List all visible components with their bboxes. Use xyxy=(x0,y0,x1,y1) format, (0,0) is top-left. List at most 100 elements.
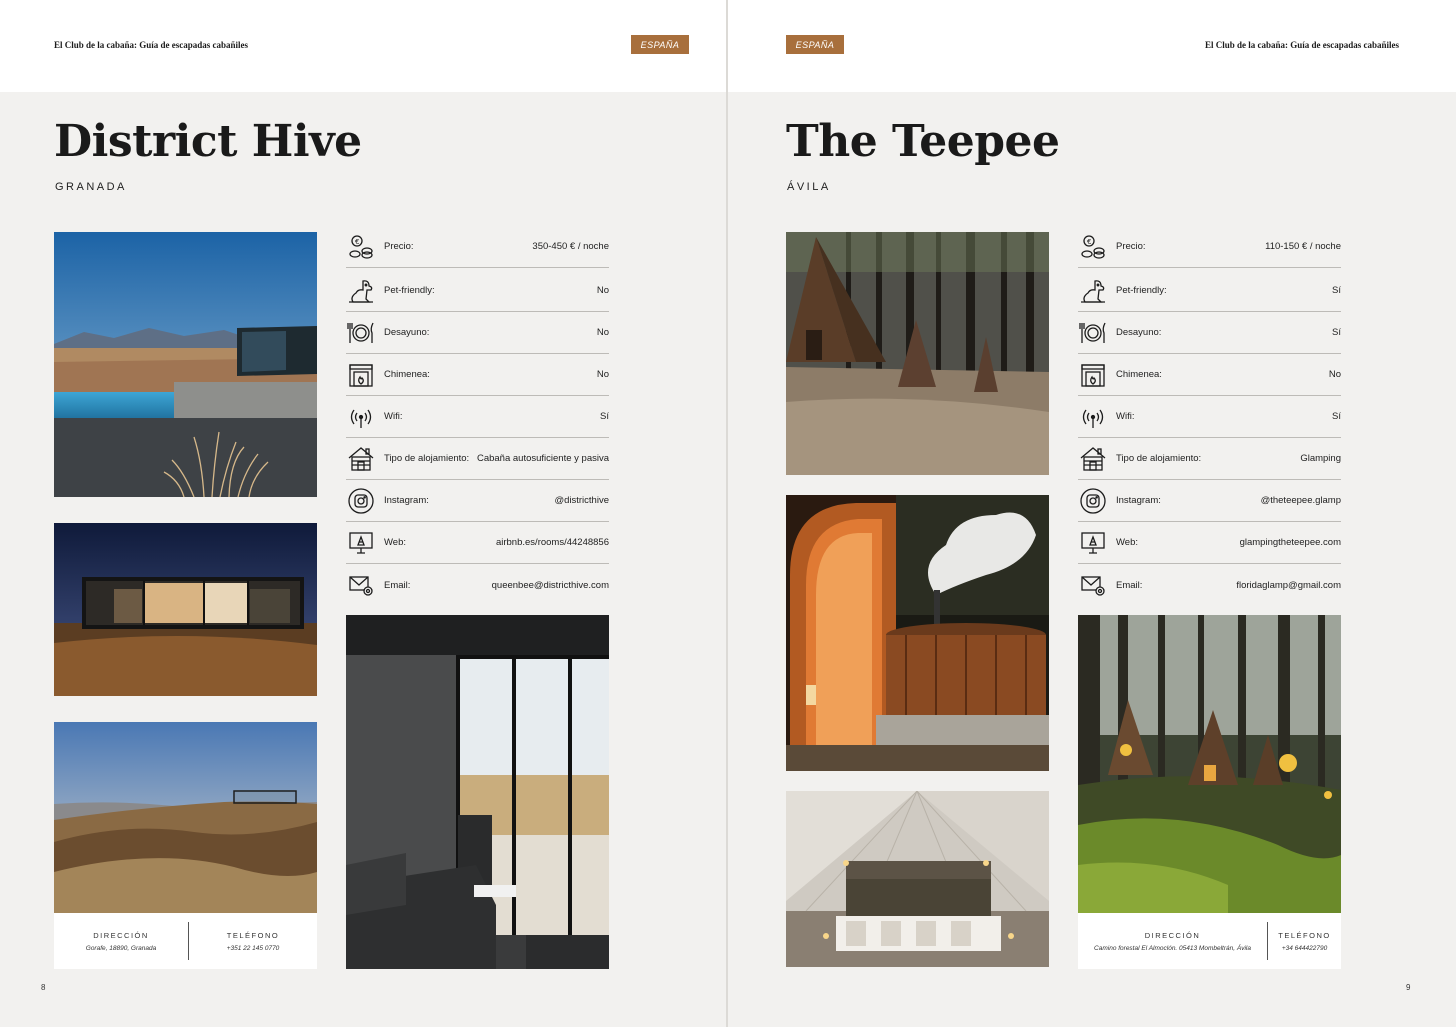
phone-text: +351 22 145 0770 xyxy=(226,944,280,952)
cabin-title: The Teepee xyxy=(786,116,1060,167)
wifi-icon xyxy=(346,402,376,432)
address-block: DIRECCIÓN Camino forestal El Almoclón. 0… xyxy=(1078,913,1267,969)
info-label: Wifi: xyxy=(1116,411,1135,422)
info-value: No xyxy=(596,369,609,380)
info-value[interactable]: floridaglamp@gmail.com xyxy=(1236,580,1341,591)
phone-heading: TELÉFONO xyxy=(226,930,280,940)
info-label: Tipo de alojamiento: xyxy=(1116,453,1202,464)
address-heading: DIRECCIÓN xyxy=(93,930,149,940)
info-value: 110-150 € / noche xyxy=(1265,241,1341,252)
instagram-icon xyxy=(1078,486,1108,516)
info-label: Instagram: xyxy=(384,495,429,506)
info-row-email: Email: floridaglamp@gmail.com xyxy=(1078,564,1341,606)
info-value: No xyxy=(1328,369,1341,380)
guide-title: El Club de la cabaña: Guía de escapadas … xyxy=(1204,40,1399,50)
photo-cliff-landscape xyxy=(54,722,317,913)
guide-title: El Club de la cabaña: Guía de escapadas … xyxy=(54,40,249,50)
info-row-wifi: Wifi: Sí xyxy=(1078,396,1341,438)
info-label: Web: xyxy=(1116,537,1139,548)
info-row-breakfast: Desayuno: Sí xyxy=(1078,312,1341,354)
phone-text: +34 644422790 xyxy=(1281,944,1328,952)
info-label: Chimenea: xyxy=(384,369,430,380)
info-row-fireplace: Chimenea: No xyxy=(1078,354,1341,396)
info-row-accommodation-type: Tipo de alojamiento: Cabaña autosuficien… xyxy=(346,438,609,480)
fireplace-icon xyxy=(346,360,376,390)
info-row-accommodation-type: Tipo de alojamiento: Glamping xyxy=(1078,438,1341,480)
page-number: 8 xyxy=(41,983,46,992)
info-label: Email: xyxy=(384,579,411,591)
photo-pool-desert xyxy=(54,232,317,497)
pet-icon xyxy=(1078,276,1108,306)
info-value: No xyxy=(596,285,609,296)
cabin-city: GRANADA xyxy=(55,181,127,193)
photo-teepee-bedroom xyxy=(786,791,1049,967)
info-label: Pet-friendly: xyxy=(1116,285,1167,296)
cabin-city: ÁVILA xyxy=(787,181,831,193)
phone-heading: TELÉFONO xyxy=(1278,930,1331,940)
photo-interior-window xyxy=(346,615,609,969)
phone-block: TELÉFONO +34 644422790 xyxy=(1268,913,1341,969)
pet-icon xyxy=(346,276,376,306)
address-text: Gorafe, 18890, Granada xyxy=(85,944,157,952)
monitor-icon xyxy=(346,528,376,558)
info-label: Chimenea: xyxy=(1116,369,1162,380)
info-value: Cabaña autosuficiente y pasiva xyxy=(476,453,609,464)
info-value: 350-450 € / noche xyxy=(532,241,609,252)
info-row-web: Web: glampingtheteepee.com xyxy=(1078,522,1341,564)
info-label: Instagram: xyxy=(1116,495,1161,506)
cabin-icon xyxy=(346,444,376,474)
cabin-icon xyxy=(1078,444,1108,474)
info-row-fireplace: Chimenea: No xyxy=(346,354,609,396)
contact-box: DIRECCIÓN Camino forestal El Almoclón. 0… xyxy=(1078,913,1341,969)
info-value: @theteepee.glamp xyxy=(1260,495,1341,506)
fireplace-icon xyxy=(1078,360,1108,390)
info-row-instagram: Instagram: @districthive xyxy=(346,480,609,522)
info-value: Glamping xyxy=(1300,453,1341,464)
page-number: 9 xyxy=(1406,983,1411,992)
photo-hot-tub-sauna xyxy=(786,495,1049,771)
left-page: El Club de la cabaña: Guía de escapadas … xyxy=(0,0,726,1027)
info-row-pet-friendly: Pet-friendly: No xyxy=(346,270,609,312)
coins-icon: € xyxy=(346,232,376,262)
country-badge: ESPAÑA xyxy=(786,35,844,54)
info-label: Email: xyxy=(1116,579,1143,591)
info-value: Sí xyxy=(1332,327,1341,338)
photo-cabin-night xyxy=(54,523,317,696)
wifi-icon xyxy=(1078,402,1108,432)
info-row-email: Email: queenbee@districthive.com xyxy=(346,564,609,606)
info-label: Web: xyxy=(384,537,407,548)
photo-teepees-forest xyxy=(786,232,1049,475)
address-text: Camino forestal El Almoclón. 05413 Mombe… xyxy=(1094,944,1251,952)
info-value[interactable]: airbnb.es/rooms/44248856 xyxy=(496,537,609,548)
info-value: Sí xyxy=(1332,285,1341,296)
page-header: El Club de la cabaña: Guía de escapadas … xyxy=(0,0,726,92)
info-label: Precio: xyxy=(384,241,414,252)
email-icon xyxy=(346,570,376,600)
instagram-icon xyxy=(346,486,376,516)
info-label: Desayuno: xyxy=(384,327,430,338)
right-page: ESPAÑA El Club de la cabaña: Guía de esc… xyxy=(728,0,1456,1027)
info-value: Sí xyxy=(600,411,609,422)
info-value[interactable]: glampingtheteepee.com xyxy=(1240,537,1341,548)
monitor-icon xyxy=(1078,528,1108,558)
info-value[interactable]: queenbee@districthive.com xyxy=(492,580,609,591)
info-row-pet-friendly: Pet-friendly: Sí xyxy=(1078,270,1341,312)
info-value: @districthive xyxy=(554,495,609,506)
info-label: Wifi: xyxy=(384,411,403,422)
coins-icon: € xyxy=(1078,232,1108,262)
phone-block: TELÉFONO +351 22 145 0770 xyxy=(189,913,317,969)
info-label: Desayuno: xyxy=(1116,327,1162,338)
info-label: Pet-friendly: xyxy=(384,285,435,296)
info-label: Precio: xyxy=(1116,241,1146,252)
plate-cutlery-icon xyxy=(1078,318,1108,348)
svg-text:€: € xyxy=(1087,238,1091,246)
email-icon xyxy=(1078,570,1108,600)
info-value: Sí xyxy=(1332,411,1341,422)
photo-forest-teepees xyxy=(1078,615,1341,913)
info-row-breakfast: Desayuno: No xyxy=(346,312,609,354)
info-value: No xyxy=(596,327,609,338)
info-label: Tipo de alojamiento: xyxy=(384,453,470,464)
country-badge: ESPAÑA xyxy=(631,35,689,54)
svg-text:€: € xyxy=(355,238,359,246)
info-row-wifi: Wifi: Sí xyxy=(346,396,609,438)
